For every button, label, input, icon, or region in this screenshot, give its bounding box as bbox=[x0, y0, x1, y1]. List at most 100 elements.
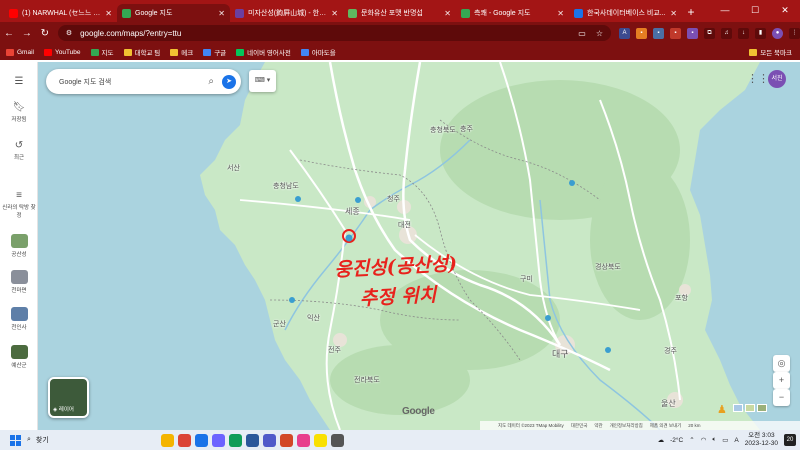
place-label[interactable]: 익산 bbox=[307, 313, 320, 323]
media-control-icon[interactable]: ♫ bbox=[721, 27, 732, 39]
tab-close-icon[interactable]: ✕ bbox=[105, 9, 112, 18]
attribution-link[interactable]: 20 km bbox=[688, 423, 700, 428]
notification-badge[interactable]: 20 bbox=[784, 434, 796, 446]
new-tab-button[interactable]: + bbox=[682, 4, 700, 22]
settings-icon[interactable] bbox=[331, 433, 344, 447]
photos-icon[interactable] bbox=[297, 433, 310, 447]
search-input[interactable]: Google 지도 검색 bbox=[59, 77, 111, 87]
bookmark-item[interactable]: YouTube bbox=[43, 47, 81, 57]
bookmark-item[interactable]: 구글 bbox=[203, 47, 226, 57]
layers-button[interactable]: ◈ 레이어 bbox=[48, 377, 89, 418]
bookmark-item[interactable]: 지도 bbox=[90, 47, 114, 57]
back-icon[interactable]: ← bbox=[0, 28, 18, 39]
battery-icon[interactable]: ▭ bbox=[722, 436, 728, 444]
extension-puzzle-icon[interactable]: ⧉ bbox=[704, 27, 715, 39]
place-label[interactable]: 충청남도 bbox=[273, 181, 299, 191]
extension-icon[interactable]: ▪ bbox=[653, 27, 664, 39]
powerpoint-icon[interactable] bbox=[280, 433, 293, 447]
attribution-link[interactable]: 약관 bbox=[594, 423, 602, 429]
place-label[interactable]: 울산 bbox=[661, 398, 676, 409]
install-icon[interactable]: ▭ bbox=[578, 29, 586, 38]
extension-icon[interactable]: ▪ bbox=[670, 27, 681, 39]
search-box[interactable]: Google 지도 검색 ⌕ ➤ bbox=[46, 69, 241, 94]
bookmark-item[interactable]: Gmail bbox=[6, 47, 34, 57]
tray-chevron-icon[interactable]: ⌃ bbox=[689, 436, 694, 444]
attribution-link[interactable]: 개인정보처리방침 bbox=[610, 423, 643, 429]
teams-icon[interactable] bbox=[263, 433, 276, 447]
browser-tab[interactable]: 문화유산 포맷 반명섭 ✕ bbox=[343, 4, 456, 22]
place-label[interactable]: 세종 bbox=[345, 206, 360, 217]
tab-close-icon[interactable]: ✕ bbox=[557, 9, 564, 18]
zoom-in-button[interactable]: + bbox=[773, 372, 790, 389]
menu-button[interactable]: ☰ bbox=[0, 76, 38, 89]
chrome-icon[interactable] bbox=[178, 433, 191, 447]
bookmark-star-icon[interactable]: ☆ bbox=[596, 29, 603, 38]
taskbar-search[interactable]: ⌕ 찾기 bbox=[27, 435, 117, 445]
place-label[interactable]: 전주 bbox=[328, 345, 341, 355]
store-icon[interactable] bbox=[212, 433, 225, 447]
bookmark-item[interactable]: 대학교 팀 bbox=[123, 47, 160, 57]
place-label[interactable]: 청주 bbox=[387, 194, 400, 204]
place-label[interactable]: 군산 bbox=[273, 319, 286, 329]
bookmark-item[interactable]: 네이버 영어사전 bbox=[236, 47, 291, 57]
word-icon[interactable] bbox=[246, 433, 259, 447]
place-label[interactable]: 대전 bbox=[398, 220, 411, 230]
map-type-thumbnails[interactable] bbox=[733, 404, 767, 412]
place-label[interactable]: 경주 bbox=[664, 346, 677, 356]
sidebar-item[interactable]: 천마면 bbox=[0, 270, 38, 294]
place-label[interactable]: 전라북도 bbox=[354, 375, 380, 385]
zoom-out-button[interactable]: − bbox=[773, 389, 790, 406]
sidebar-item[interactable]: 공산성 bbox=[0, 234, 38, 258]
downloads-icon[interactable]: ↓ bbox=[738, 27, 749, 39]
profile-icon[interactable]: ● bbox=[772, 27, 783, 39]
tab-close-icon[interactable]: ✕ bbox=[218, 9, 225, 18]
place-label[interactable]: 서산 bbox=[227, 163, 240, 173]
browser-tab[interactable]: Google 지도 ✕ bbox=[117, 4, 230, 22]
start-button[interactable] bbox=[10, 434, 21, 446]
tab-close-icon[interactable]: ✕ bbox=[670, 9, 677, 18]
place-label[interactable]: 포항 bbox=[675, 293, 688, 303]
browser-tab[interactable]: 미자산성(鉤屛山城) - 한국... ✕ bbox=[230, 4, 343, 22]
my-location-icon[interactable]: ◎ bbox=[773, 355, 790, 372]
menu-kebab-icon[interactable]: ⋮ bbox=[789, 27, 800, 39]
browser-tab[interactable]: 한국사데이터베이스 비교... ✕ bbox=[569, 4, 682, 22]
address-bar[interactable]: ⚙ google.com/maps/?entry=ttu ▭ ☆ bbox=[57, 25, 611, 41]
pegman-icon[interactable]: ♟ bbox=[717, 403, 727, 416]
edge-icon[interactable] bbox=[229, 433, 242, 447]
sidebar-item[interactable]: 천인사 bbox=[0, 307, 38, 331]
forward-icon[interactable]: → bbox=[18, 28, 36, 39]
search-icon[interactable]: ⌕ bbox=[208, 76, 214, 87]
bookmark-item[interactable]: 메크 bbox=[170, 47, 193, 57]
bookmark-item[interactable]: 아마도을 bbox=[300, 47, 336, 57]
browser-tab[interactable]: (1) NARWHAL (セ느느 해드 ...✕ bbox=[4, 4, 117, 22]
side-panel-icon[interactable]: ▮ bbox=[755, 27, 766, 39]
extension-icon[interactable]: ▪ bbox=[687, 27, 698, 39]
sidebar-item[interactable]: 🔖︎ 저장됨 bbox=[0, 102, 38, 123]
close-window-icon[interactable]: ✕ bbox=[770, 0, 800, 22]
place-label[interactable]: 대구 bbox=[552, 347, 569, 360]
place-label[interactable]: 충주 bbox=[460, 124, 473, 134]
place-label[interactable]: 경상북도 bbox=[595, 262, 621, 272]
clock[interactable]: 오전 3:03 2023-12-30 bbox=[745, 432, 778, 448]
reload-icon[interactable]: ↻ bbox=[36, 28, 54, 39]
weather-text[interactable]: -2°C bbox=[670, 437, 683, 444]
sidebar-item[interactable]: ↺ 최근 bbox=[0, 140, 38, 161]
tab-close-icon[interactable]: ✕ bbox=[331, 9, 338, 18]
minimize-icon[interactable]: — bbox=[710, 0, 740, 22]
file-explorer-icon[interactable] bbox=[161, 433, 174, 447]
directions-icon[interactable]: ➤ bbox=[222, 74, 236, 89]
map-canvas[interactable]: 충청북도 충주서산충청남도세종 청주대전구미 경상북도군산 익산대구 전주 경주 포항전라북도… bbox=[38, 62, 800, 430]
translate-extension-icon[interactable]: A bbox=[619, 27, 630, 39]
maximize-icon[interactable]: ☐ bbox=[740, 0, 770, 22]
mail-icon[interactable] bbox=[195, 433, 208, 447]
all-bookmarks[interactable]: 모든 북마크 bbox=[749, 47, 792, 57]
attribution-link[interactable]: 대한민국 bbox=[571, 423, 588, 429]
tab-close-icon[interactable]: ✕ bbox=[444, 9, 451, 18]
place-label[interactable]: 구미 bbox=[520, 274, 533, 284]
keyboard-icon[interactable]: ⌨ ▾ bbox=[249, 70, 276, 92]
attribution-link[interactable]: 지도 데이터 ©2023 TMap Mobility bbox=[498, 423, 564, 429]
place-label[interactable]: 충청북도 bbox=[430, 125, 456, 135]
volume-icon[interactable]: 🔈︎ bbox=[712, 436, 716, 444]
thumb-transit[interactable] bbox=[757, 404, 767, 412]
sidebar-item[interactable]: 예산군 bbox=[0, 345, 38, 369]
